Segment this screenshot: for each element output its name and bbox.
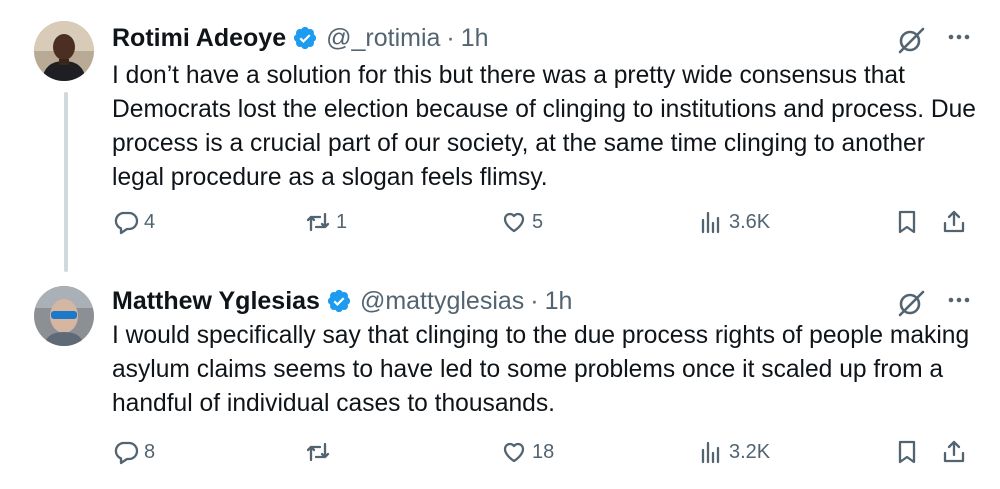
verified-badge-icon <box>292 25 318 51</box>
views-icon <box>701 441 720 464</box>
views-button[interactable]: 3.6K <box>697 208 770 236</box>
tweet[interactable]: Rotimi Adeoye @_rotimia · 1h I don’t hav… <box>0 0 1000 260</box>
like-icon <box>503 212 525 233</box>
like-count: 5 <box>532 210 544 233</box>
bookmark-button[interactable] <box>893 438 921 466</box>
more-icon[interactable] <box>944 22 974 52</box>
share-icon <box>943 210 965 233</box>
like-icon <box>503 442 525 463</box>
author-name[interactable]: Matthew Yglesias <box>112 287 320 316</box>
bookmark-icon <box>898 440 916 464</box>
reply-icon <box>114 211 139 235</box>
reply-button[interactable]: 4 <box>112 208 155 236</box>
reply-count: 4 <box>144 210 156 233</box>
separator-dot: · <box>530 286 539 315</box>
views-button[interactable]: 3.2K <box>697 438 770 466</box>
tweet[interactable]: Matthew Yglesias @mattyglesias · 1h I wo… <box>0 272 1000 489</box>
verified-badge-icon <box>326 288 352 314</box>
grok-icon[interactable] <box>896 25 926 55</box>
author-handle[interactable]: @_rotimia <box>326 24 440 53</box>
share-button[interactable] <box>940 438 968 466</box>
timestamp[interactable]: 1h <box>545 287 573 316</box>
separator-dot: · <box>446 23 455 52</box>
views-icon <box>701 211 720 234</box>
bookmark-icon <box>898 210 916 234</box>
author-handle[interactable]: @mattyglesias <box>360 287 524 316</box>
reply-button[interactable]: 8 <box>112 438 155 466</box>
like-button[interactable]: 5 <box>500 208 543 236</box>
share-button[interactable] <box>940 208 968 236</box>
reply-count: 8 <box>144 440 156 463</box>
like-count: 18 <box>532 440 555 463</box>
retweet-icon <box>306 212 330 232</box>
grok-icon[interactable] <box>896 288 926 318</box>
tweet-actions: 4 1 5 3.6K <box>0 208 1000 248</box>
view-count: 3.2K <box>729 440 771 463</box>
more-icon[interactable] <box>944 285 974 315</box>
avatar[interactable] <box>34 286 94 346</box>
share-icon <box>943 440 965 463</box>
reply-icon <box>114 441 139 465</box>
avatar[interactable] <box>34 21 94 81</box>
retweet-count: 1 <box>336 210 348 233</box>
tweet-header: Rotimi Adeoye @_rotimia · 1h <box>112 21 489 55</box>
retweet-button[interactable] <box>304 438 336 466</box>
tweet-text: I would specifically say that clinging t… <box>112 322 970 417</box>
view-count: 3.6K <box>729 210 771 233</box>
retweet-icon <box>306 442 330 462</box>
tweet-text: I don’t have a solution for this but the… <box>112 62 976 191</box>
tweet-header: Matthew Yglesias @mattyglesias · 1h <box>112 284 572 318</box>
tweet-actions: 8 18 3.2K <box>0 438 1000 478</box>
retweet-button[interactable]: 1 <box>304 208 347 236</box>
author-name[interactable]: Rotimi Adeoye <box>112 24 286 53</box>
like-button[interactable]: 18 <box>500 438 554 466</box>
timestamp[interactable]: 1h <box>461 24 489 53</box>
bookmark-button[interactable] <box>893 208 921 236</box>
